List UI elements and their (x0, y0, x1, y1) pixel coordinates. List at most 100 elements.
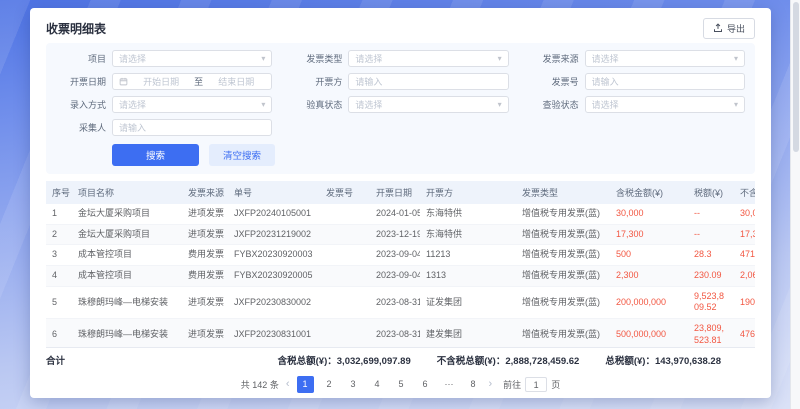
cell-issuer: 东海特供 (420, 204, 516, 224)
select-placeholder: 请选择 (592, 98, 734, 111)
field-label: 发票号 (529, 75, 579, 88)
verify-status-select[interactable]: 请选择 ▾ (348, 96, 508, 113)
filter-field-invoice-type: 发票类型 请选择 ▾ (292, 50, 508, 67)
field-label: 项目 (56, 52, 106, 65)
cell-amount-with-tax: 2,300 (610, 266, 688, 286)
cell-invoice-source: 费用发票 (182, 266, 228, 286)
field-label: 验真状态 (292, 98, 342, 111)
invoice-date-range[interactable]: 至 (112, 73, 272, 90)
cell-invoice-source: 进项发票 (182, 204, 228, 224)
select-placeholder: 请选择 (119, 98, 261, 111)
field-label: 查验状态 (529, 98, 579, 111)
cell-invoice-source: 进项发票 (182, 319, 228, 347)
search-button[interactable]: 搜索 (112, 144, 199, 166)
start-date-input[interactable] (132, 77, 190, 87)
total-tax: 总税额(¥)：143,970,638.28 (605, 353, 721, 367)
cell-amount-without-tax: 2,069.91 (734, 266, 755, 286)
filter-field-check-status: 查验状态 请选择 ▾ (529, 96, 745, 113)
cell-invoice-type: 增值税专用发票(蓝) (516, 319, 610, 347)
cell-invoice-type: 增值税专用发票(蓝) (516, 204, 610, 224)
more-pages-icon[interactable]: ··· (441, 376, 458, 393)
table-row: 1 金坛大厦采购项目 进项发票 JXFP20240105001 2024-01-… (46, 204, 755, 225)
col-amount-without-tax: 不含税金额(¥) (734, 181, 755, 204)
goto-label: 前往 (503, 378, 521, 391)
collector-input[interactable] (119, 123, 265, 133)
invoice-number-input-wrap (585, 73, 745, 90)
cell-project-name: 金坛大厦采购项目 (72, 204, 182, 224)
page-button-3[interactable]: 3 (345, 376, 362, 393)
invoice-type-select[interactable]: 请选择 ▾ (348, 50, 508, 67)
cell-amount-without-tax: 30,000 (734, 204, 755, 224)
page-button-8[interactable]: 8 (465, 376, 482, 393)
scrollbar-thumb[interactable] (793, 2, 799, 152)
cell-invoice-number (320, 287, 370, 318)
page-button-1[interactable]: 1 (297, 376, 314, 393)
end-date-input[interactable] (207, 77, 265, 87)
filter-field-verify-status: 验真状态 请选择 ▾ (292, 96, 508, 113)
field-label: 采集人 (56, 121, 106, 134)
summary-row: 合计 含税总额(¥)：3,032,699,097.89 不含税总额(¥)：2,8… (46, 347, 755, 371)
cell-index: 6 (46, 319, 72, 347)
cell-tax: -- (688, 204, 734, 224)
cell-invoice-date: 2023-09-04 (370, 245, 420, 265)
cell-issuer: 东海特供 (420, 225, 516, 245)
page-button-2[interactable]: 2 (321, 376, 338, 393)
invoice-number-input[interactable] (592, 77, 738, 87)
chevron-down-icon: ▾ (498, 55, 502, 63)
cell-amount-with-tax: 500,000,000 (610, 319, 688, 347)
page-button-5[interactable]: 5 (393, 376, 410, 393)
cell-tax: 9,523,809.52 (688, 287, 734, 318)
cell-project-name: 珠穆朗玛峰—电梯安装 (72, 287, 182, 318)
page-button-4[interactable]: 4 (369, 376, 386, 393)
cell-tax: 230.09 (688, 266, 734, 286)
table-row: 3 成本管控项目 费用发票 FYBX20230920003 2023-09-04… (46, 245, 755, 266)
cell-amount-without-tax: 190,476,190.48 (734, 287, 755, 318)
cell-index: 4 (46, 266, 72, 286)
filter-field-invoice-number: 发票号 (529, 73, 745, 90)
calendar-icon (119, 77, 128, 86)
field-label: 开票方 (292, 75, 342, 88)
export-button[interactable]: 导出 (703, 18, 755, 39)
entry-method-select[interactable]: 请选择 ▾ (112, 96, 272, 113)
filter-field-issuer: 开票方 (292, 73, 508, 90)
col-invoice-date: 开票日期 (370, 181, 420, 204)
goto-page: 前往 页 (503, 377, 560, 392)
filter-field-project: 项目 请选择 ▾ (56, 50, 272, 67)
invoice-source-select[interactable]: 请选择 ▾ (585, 50, 745, 67)
check-status-select[interactable]: 请选择 ▾ (585, 96, 745, 113)
pagination: 共 142 条 ‹ 1 2 3 4 5 6 ··· 8 › 前往 页 (46, 371, 755, 398)
cell-amount-without-tax: 471.7 (734, 245, 755, 265)
vertical-scrollbar[interactable] (790, 0, 800, 409)
cell-project-name: 金坛大厦采购项目 (72, 225, 182, 245)
total-with-tax: 含税总额(¥)：3,032,699,097.89 (278, 353, 411, 367)
date-separator: 至 (194, 75, 203, 88)
page-button-6[interactable]: 6 (417, 376, 434, 393)
select-placeholder: 请选择 (119, 52, 261, 65)
cell-issuer: 11213 (420, 245, 516, 265)
cell-order-number: JXFP20230831001 (228, 319, 320, 347)
clear-search-button[interactable]: 清空搜索 (209, 144, 275, 166)
cell-issuer: 1313 (420, 266, 516, 286)
goto-page-input[interactable] (525, 377, 547, 392)
project-select[interactable]: 请选择 ▾ (112, 50, 272, 67)
prev-page-icon[interactable]: ‹ (286, 379, 290, 390)
col-index: 序号 (46, 181, 72, 204)
collector-input-wrap (112, 119, 272, 136)
filter-field-invoice-source: 发票来源 请选择 ▾ (529, 50, 745, 67)
cell-order-number: JXFP20230830002 (228, 287, 320, 318)
cell-invoice-source: 进项发票 (182, 225, 228, 245)
cell-order-number: JXFP20231219002 (228, 225, 320, 245)
cell-invoice-number (320, 266, 370, 286)
issuer-input[interactable] (355, 77, 501, 87)
cell-index: 2 (46, 225, 72, 245)
cell-tax: 23,809,523.81 (688, 319, 734, 347)
field-label: 发票来源 (529, 52, 579, 65)
next-page-icon[interactable]: › (489, 379, 493, 390)
summary-label: 合计 (46, 353, 65, 367)
col-invoice-source: 发票来源 (182, 181, 228, 204)
cell-invoice-source: 费用发票 (182, 245, 228, 265)
chevron-down-icon: ▾ (261, 55, 265, 63)
export-icon (713, 23, 723, 33)
cell-invoice-date: 2023-08-31 (370, 319, 420, 347)
cell-invoice-date: 2024-01-05 (370, 204, 420, 224)
